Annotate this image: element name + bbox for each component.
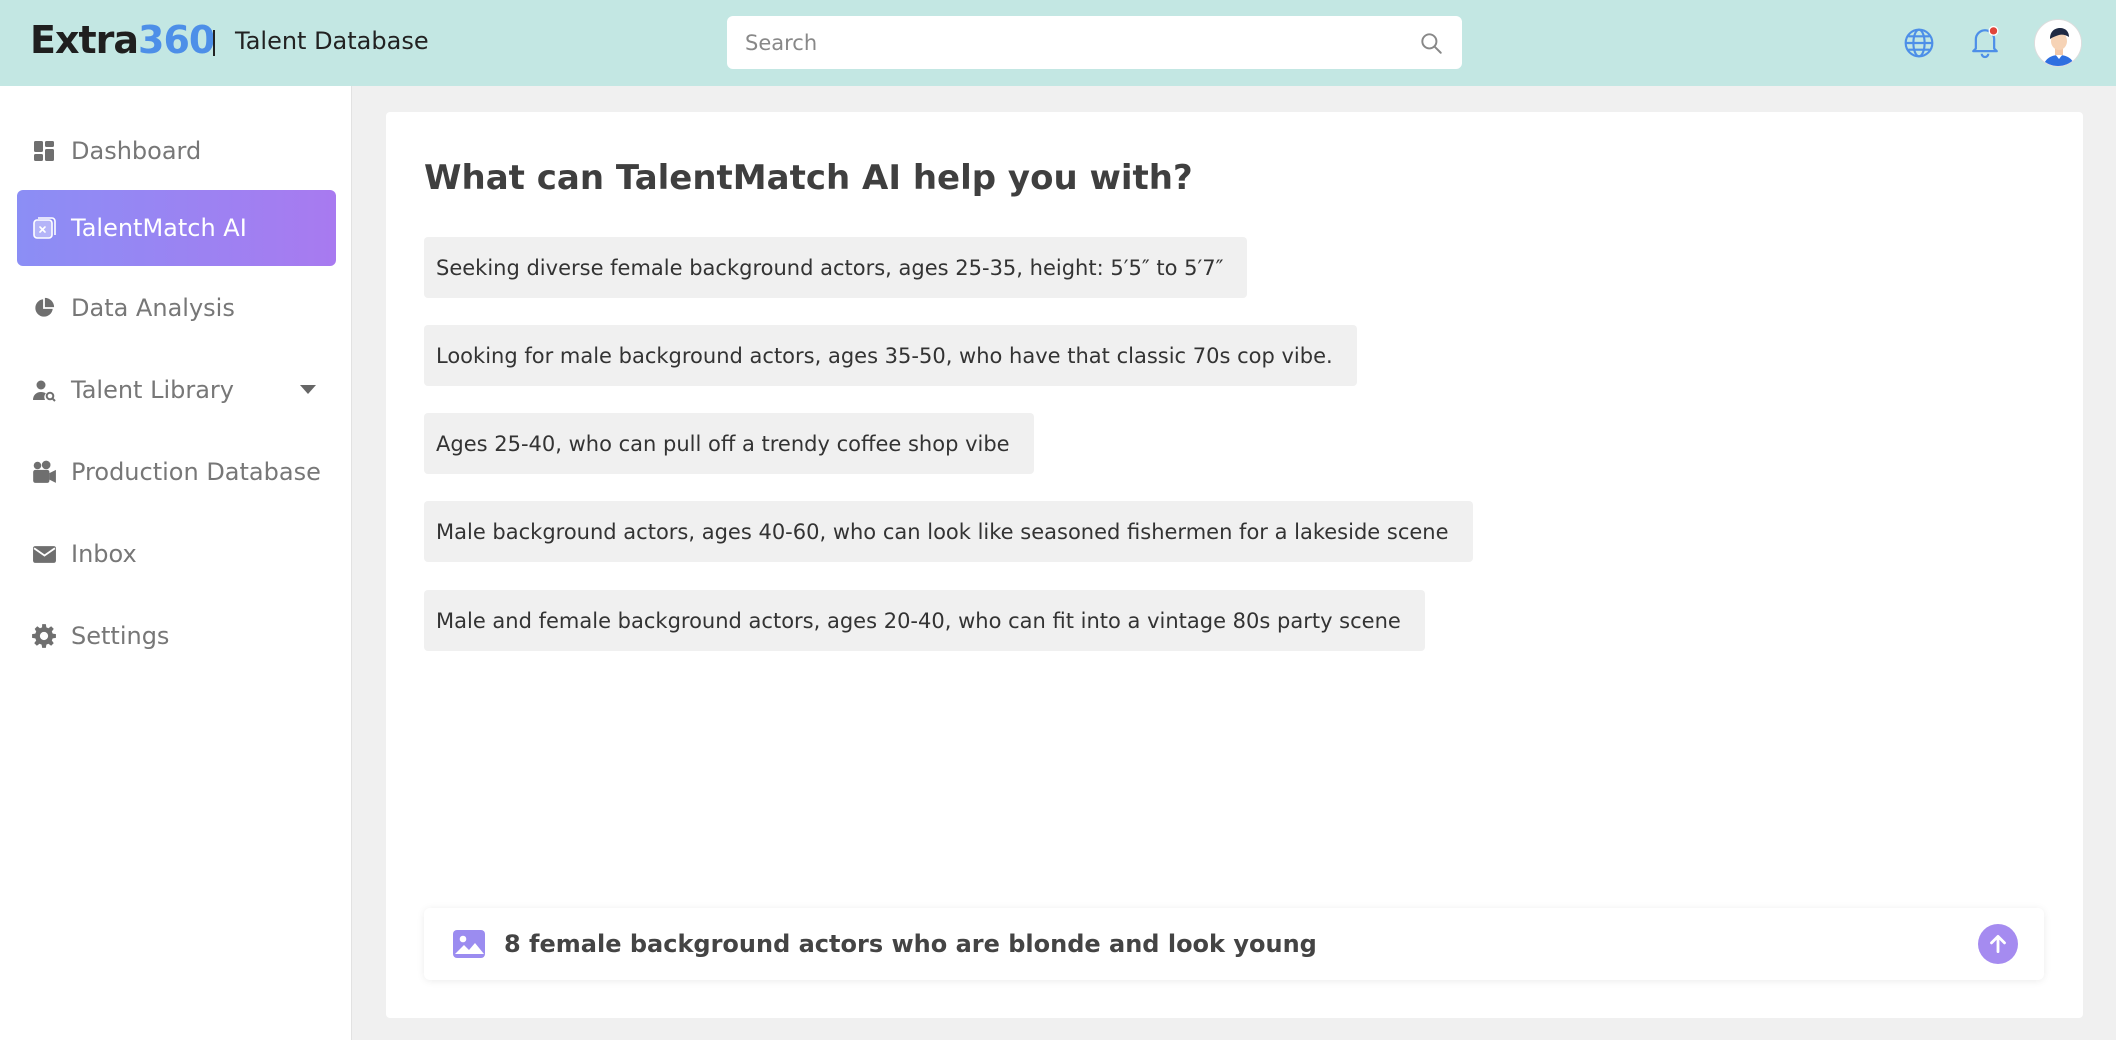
sidebar-item-production-database[interactable]: Production Database [17,434,336,510]
page-title: What can TalentMatch AI help you with? [424,158,1193,198]
sidebar-item-talent-library[interactable]: Talent Library [17,352,336,428]
app-title: Talent Database [235,27,429,55]
sidebar-item-label: Settings [71,622,170,650]
sidebar-item-label: Inbox [71,540,137,568]
suggestion-chip[interactable]: Male and female background actors, ages … [424,590,1425,651]
sidebar-item-data-analysis[interactable]: Data Analysis [17,270,336,346]
sidebar-item-dashboard[interactable]: Dashboard [17,113,336,189]
camera-icon [31,459,57,485]
globe-icon[interactable] [1903,27,1935,59]
main-panel: What can TalentMatch AI help you with? S… [386,112,2083,1018]
sidebar-item-inbox[interactable]: Inbox [17,516,336,592]
chevron-down-icon[interactable] [300,385,316,394]
search-bar [727,16,1462,69]
sidebar-item-talentmatch-ai[interactable]: TalentMatch AI [17,190,336,266]
suggestion-chip[interactable]: Seeking diverse female background actors… [424,237,1248,298]
suggestion-chip[interactable]: Male background actors, ages 40-60, who … [424,501,1473,562]
send-button[interactable] [1978,924,2018,964]
mail-icon [31,541,57,567]
prompt-composer [424,908,2044,980]
user-avatar[interactable] [2034,19,2082,67]
sidebar-item-settings[interactable]: Settings [17,598,336,674]
sidebar-item-label: Dashboard [71,137,202,165]
arrow-up-icon [1990,935,2006,953]
bell-icon[interactable] [1969,25,2001,59]
user-search-icon [31,377,57,403]
prompt-input[interactable] [504,926,1904,962]
image-upload-icon[interactable] [452,929,486,959]
suggestion-chip[interactable]: Ages 25-40, who can pull off a trendy co… [424,413,1034,474]
dashboard-icon [31,138,57,164]
logo-number: 360 [138,18,215,62]
sidebar-item-label: Data Analysis [71,294,235,322]
pie-chart-icon [31,295,57,321]
app-logo[interactable]: Extra 360 [30,18,215,62]
search-input[interactable] [745,30,1444,55]
logo-text: Extra [30,18,139,62]
header-divider [213,30,215,56]
suggestion-chip[interactable]: Looking for male background actors, ages… [424,325,1357,386]
sidebar-item-label: Production Database [71,458,321,486]
gear-icon [31,623,57,649]
search-icon[interactable] [1418,30,1444,56]
top-header: Extra 360 Talent Database [0,0,2116,86]
ai-icon [31,215,57,241]
avatar-illustration [2035,20,2081,66]
sidebar-item-label: Talent Library [71,376,234,404]
sidebar-item-label: TalentMatch AI [71,214,247,242]
sidebar: Dashboard TalentMatch AI Data Analysis T… [0,86,352,1040]
